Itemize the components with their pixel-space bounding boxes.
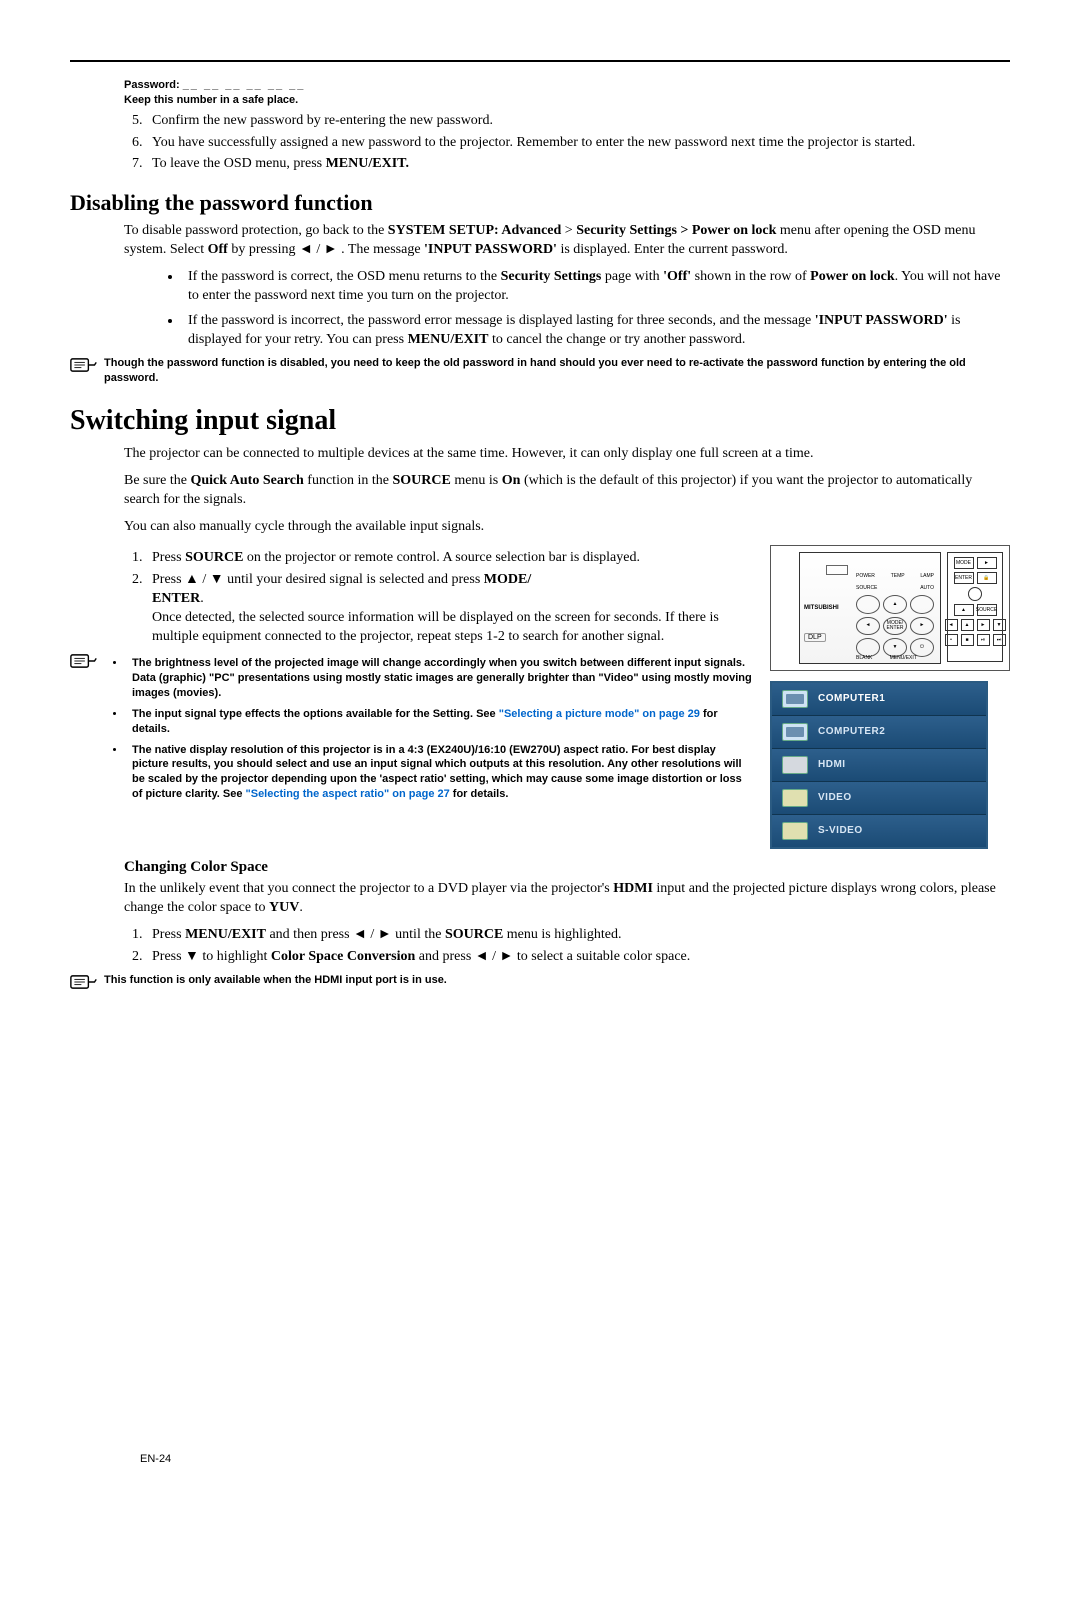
- remote-btn: ⏯: [977, 634, 990, 646]
- source-label: HDMI: [818, 759, 846, 770]
- source-port-icon: [782, 822, 808, 840]
- remote-btn: •: [945, 634, 958, 646]
- password-blanks: __ __ __ __ __ __: [183, 79, 306, 91]
- remote-btn: SOURCE: [977, 604, 997, 616]
- keep-note: Keep this number in a safe place.: [124, 93, 1010, 108]
- switch-p1: The projector can be connected to multip…: [124, 445, 1010, 464]
- source-port-icon: [782, 690, 808, 708]
- projector-panel: POWER TEMP LAMP SOURCE AUTO ▲ ◄ M: [799, 552, 941, 664]
- dlp-badge: DLP: [804, 633, 826, 642]
- colorspace-steps: Press MENU/EXIT and then press ◄ / ► unt…: [124, 926, 1010, 967]
- source-selection-bar: COMPUTER1 COMPUTER2 HDMI VIDEO S-VIDEO: [770, 681, 988, 849]
- disable-heading: Disabling the password function: [70, 190, 1010, 216]
- remote-control: MODE ► ENTER 🔒 ▲ SOURCE ◄ ▲: [947, 552, 1003, 662]
- colorspace-note-row: This function is only available when the…: [70, 973, 1010, 996]
- switch-note-3: The native display resolution of this pr…: [126, 743, 754, 802]
- source-label: VIDEO: [818, 792, 852, 803]
- arrow-up-icon: ▲: [883, 595, 907, 614]
- remote-btn: MODE: [954, 557, 974, 569]
- step-7: To leave the OSD menu, press MENU/EXIT.: [146, 155, 1010, 174]
- switch-step-1: Press SOURCE on the projector or remote …: [146, 549, 754, 568]
- switch-notes: The brightness level of the projected im…: [104, 656, 754, 802]
- step-6: You have successfully assigned a new pas…: [146, 134, 1010, 153]
- remote-dpad-icon: [968, 587, 982, 601]
- remote-btn: ▲: [954, 604, 974, 616]
- colorspace-p1: In the unlikely event that you connect t…: [124, 880, 1010, 918]
- source-port-icon: [782, 723, 808, 741]
- switch-notes-row: The brightness level of the projected im…: [70, 652, 754, 808]
- note-icon: [70, 652, 98, 675]
- colorspace-step-2: Press ▼ to highlight Color Space Convers…: [146, 948, 1010, 967]
- switch-p3: You can also manually cycle through the …: [124, 518, 1010, 537]
- source-label: COMPUTER2: [818, 726, 885, 737]
- page-number: EN-24: [140, 1453, 171, 1465]
- disable-bullets: If the password is correct, the OSD menu…: [160, 268, 1010, 350]
- source-item-computer1: COMPUTER1: [772, 683, 986, 715]
- source-item-s-video: S-VIDEO: [772, 814, 986, 847]
- switch-steps: Press SOURCE on the projector or remote …: [124, 549, 754, 646]
- link-aspect-ratio[interactable]: "Selecting the aspect ratio" on page 27: [246, 788, 450, 800]
- source-item-hdmi: HDMI: [772, 748, 986, 781]
- panel-bot-labels: BLANK MENU/EXIT: [856, 655, 934, 661]
- disable-b1: If the password is correct, the OSD menu…: [182, 268, 1010, 306]
- disable-b2: If the password is incorrect, the passwo…: [182, 312, 1010, 350]
- brand-label: MITSUBISHI: [804, 605, 839, 611]
- remote-btn: ENTER: [954, 572, 974, 584]
- top-rule: [70, 60, 1010, 62]
- lens-icon: [826, 565, 848, 575]
- disable-note-row: Though the password function is disabled…: [70, 356, 1010, 386]
- colorspace-heading: Changing Color Space: [124, 859, 1010, 876]
- colorspace-note: This function is only available when the…: [104, 973, 447, 988]
- panel-leds: POWER TEMP LAMP: [856, 573, 934, 579]
- figure-top-row: POWER TEMP LAMP SOURCE AUTO ▲ ◄ M: [770, 545, 1010, 671]
- panel-btn: [856, 595, 880, 614]
- arrow-left-icon: ◄: [856, 617, 880, 636]
- source-item-computer2: COMPUTER2: [772, 715, 986, 748]
- switch-step-2: Press ▲ / ▼ until your desired signal is…: [146, 571, 754, 647]
- source-port-icon: [782, 789, 808, 807]
- remote-btn: ►: [977, 557, 997, 569]
- step-5: Confirm the new password by re-entering …: [146, 112, 1010, 131]
- remote-btn: ►: [977, 619, 990, 631]
- remote-btn: ◄: [945, 619, 958, 631]
- note-icon: [70, 356, 98, 379]
- source-label: COMPUTER1: [818, 693, 885, 704]
- switch-p2: Be sure the Quick Auto Search function i…: [124, 472, 1010, 510]
- source-label: S-VIDEO: [818, 825, 863, 836]
- arrow-right-icon: ►: [910, 617, 934, 636]
- password-line: Password: __ __ __ __ __ __: [124, 78, 1010, 93]
- remote-btn: ⏭: [993, 634, 1006, 646]
- remote-btn: ▲: [961, 619, 974, 631]
- switch-note-1: The brightness level of the projected im…: [126, 656, 754, 701]
- panel-btn: [910, 595, 934, 614]
- panel-top-labels: SOURCE AUTO: [856, 585, 934, 591]
- disable-para: To disable password protection, go back …: [124, 222, 1010, 260]
- remote-btn: ■: [961, 634, 974, 646]
- colorspace-step-1: Press MENU/EXIT and then press ◄ / ► unt…: [146, 926, 1010, 945]
- source-item-video: VIDEO: [772, 781, 986, 814]
- remote-btn: ▼: [993, 619, 1006, 631]
- link-picture-mode[interactable]: "Selecting a picture mode" on page 29: [499, 708, 700, 720]
- switch-note-2: The input signal type effects the option…: [126, 707, 754, 737]
- mode-enter-btn: MODE/ ENTER: [883, 617, 907, 636]
- password-label: Password:: [124, 79, 183, 91]
- note-icon: [70, 973, 98, 996]
- disable-note: Though the password function is disabled…: [104, 356, 1010, 386]
- figure-projector-remote: POWER TEMP LAMP SOURCE AUTO ▲ ◄ M: [770, 545, 1010, 849]
- password-steps-continued: Confirm the new password by re-entering …: [124, 112, 1010, 175]
- panel-buttons: ▲ ◄ MODE/ ENTER ► ▼ ⏻: [856, 595, 934, 657]
- switch-heading: Switching input signal: [70, 405, 1010, 437]
- lock-icon: 🔒: [977, 572, 997, 584]
- source-port-icon: [782, 756, 808, 774]
